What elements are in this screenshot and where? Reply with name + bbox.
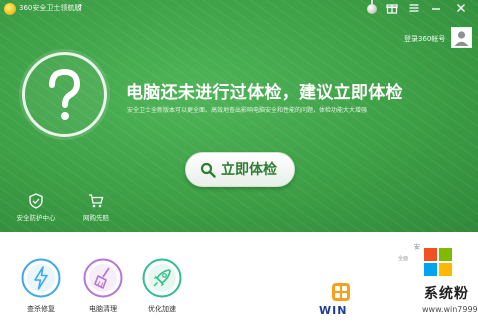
- security-center-button[interactable]: 安全防护中心: [11, 193, 61, 222]
- title-bar: 360安全卫士领航版 ↑: [0, 0, 478, 18]
- shopping-guarantee-button[interactable]: 网购先赔: [71, 193, 121, 222]
- gift-icon[interactable]: [386, 2, 398, 15]
- tools-panel: [0, 232, 478, 322]
- main-panel: 360安全卫士领航版 ↑ 登录360帐号 电脑还未进行过体检，建议立即体检 安全…: [0, 0, 478, 232]
- security-center-label: 安全防护中心: [16, 214, 56, 222]
- brand-name: 系统粉: [424, 286, 469, 302]
- clean-button[interactable]: [83, 258, 123, 298]
- check-now-label: 立即体检: [221, 162, 277, 178]
- check-now-button[interactable]: 立即体检: [185, 152, 295, 187]
- upgrade-arrow-icon[interactable]: ↑: [77, 2, 84, 13]
- avatar[interactable]: [451, 27, 472, 48]
- cart-icon: [89, 194, 104, 208]
- scan-repair-button[interactable]: [21, 258, 61, 298]
- faint-text-top: 安: [414, 244, 421, 251]
- brand-url: www.win7999.com: [422, 305, 478, 314]
- user-icon: [454, 31, 469, 46]
- scan-repair-label: 查杀修复: [27, 305, 55, 313]
- app-title: 360安全卫士领航版: [19, 4, 82, 12]
- broom-icon: [83, 258, 123, 298]
- speedup-label: 优化加速: [148, 305, 176, 313]
- subline: 安全卫士全新版本可以更全面、高效地查出影响电脑安全和性能的问题，体检功能大大增强: [127, 107, 368, 114]
- faint-text-sub: 全面: [398, 256, 409, 262]
- speedup-button[interactable]: [142, 258, 182, 298]
- close-icon[interactable]: [455, 2, 467, 15]
- shield-icon: [29, 193, 43, 209]
- headline: 电脑还未进行过体检，建议立即体检: [126, 83, 403, 103]
- skin-icon[interactable]: [366, 0, 378, 15]
- windows-logo-icon: [424, 248, 452, 276]
- status-question-circle: [22, 52, 107, 137]
- watermark-left-text: WIN: [319, 304, 348, 317]
- login-link[interactable]: 登录360帐号: [404, 34, 445, 44]
- menu-icon[interactable]: [408, 2, 420, 15]
- clean-label: 电脑清理: [89, 305, 117, 313]
- search-icon: [200, 162, 216, 178]
- shopping-guarantee-label: 网购先赔: [83, 214, 109, 222]
- watermark-badge-icon: [332, 283, 350, 301]
- lightning-icon: [21, 258, 61, 298]
- rocket-icon: [142, 258, 182, 298]
- app-logo-icon: [4, 3, 16, 15]
- minimize-icon[interactable]: [430, 2, 442, 15]
- question-mark-icon: [49, 68, 81, 120]
